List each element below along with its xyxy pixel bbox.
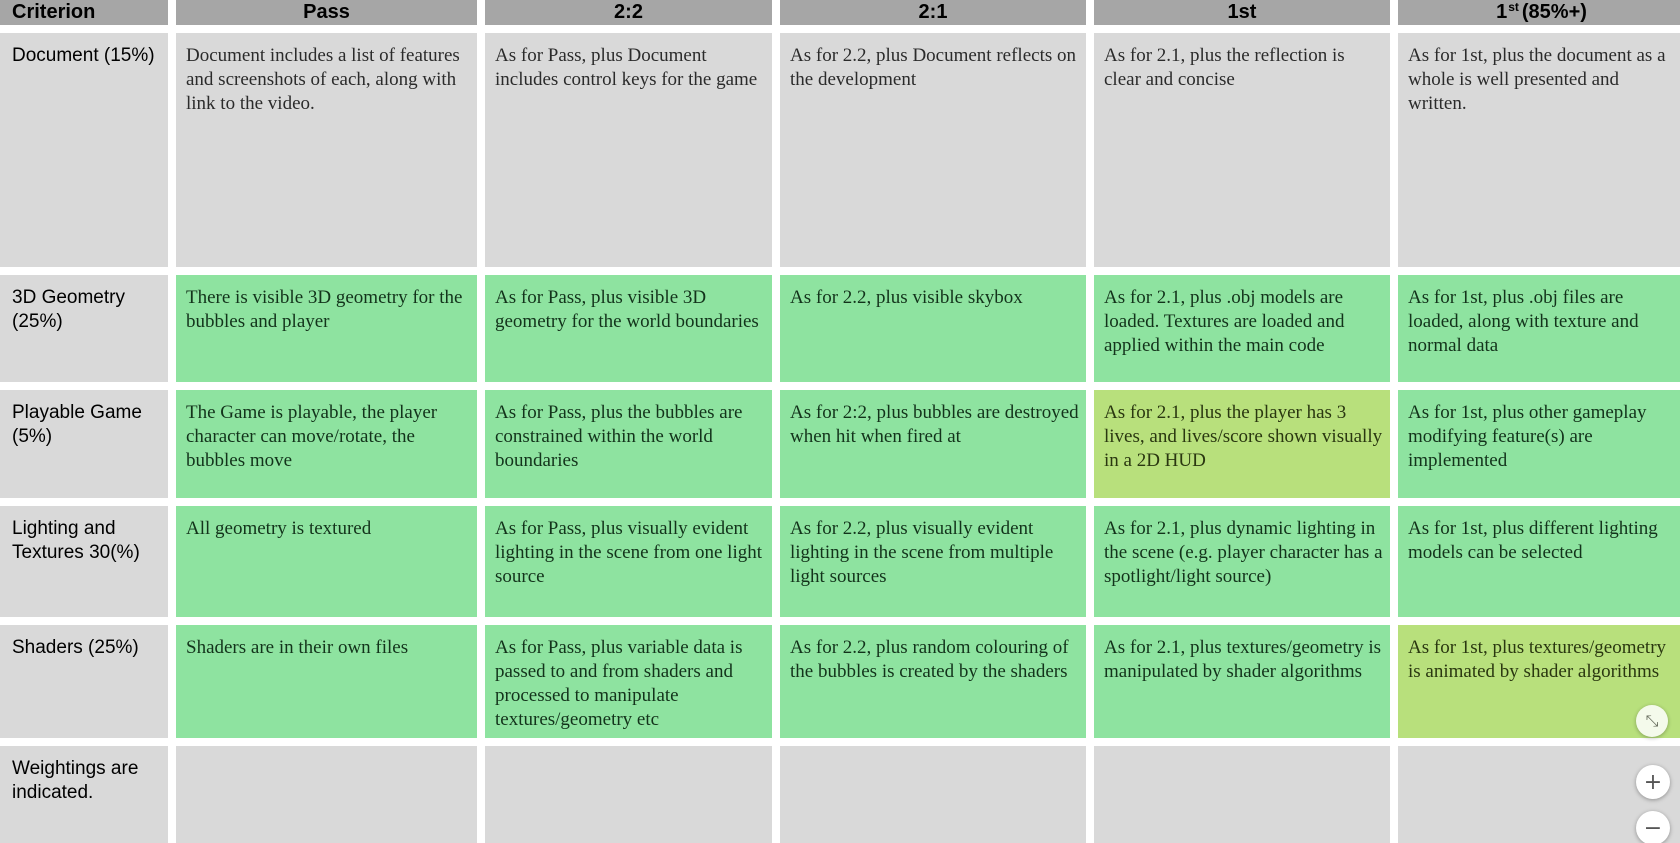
cell-shaders-pass: Shaders are in their own files [176,625,477,738]
cell-lighting-2-2: As for Pass, plus visually evident light… [485,506,772,617]
header-2-2: 2:2 [485,0,772,25]
cell-document-1st: As for 2.1, plus the reflection is clear… [1094,33,1390,267]
header-1st: 1st [1094,0,1390,25]
marking-rubric-page: Criterion Pass 2:2 2:1 1st 1st (85%+) Doc… [0,0,1680,843]
row-label-playable-game: Playable Game (5%) [0,390,168,498]
cell-playable-game-2-1: As for 2:2, plus bubbles are destroyed w… [780,390,1086,498]
zoom-in-icon: + [1643,769,1663,795]
row-label-document: Document (15%) [0,33,168,267]
cell-lighting-2-1: As for 2.2, plus visually evident lighti… [780,506,1086,617]
cell-weightings-pass [176,746,477,843]
cell-3d-geometry-pass: There is visible 3D geometry for the bub… [176,275,477,382]
zoom-in-button[interactable]: + [1636,765,1670,799]
header-criterion: Criterion [0,0,168,25]
header-1st-85-rest: (85%+) [1521,1,1587,23]
cell-weightings-2-2 [485,746,772,843]
cell-lighting-1st: As for 2.1, plus dynamic lighting in the… [1094,506,1390,617]
header-1st-85-base: 1 [1496,1,1508,23]
header-1st-85-sup: st [1508,0,1519,14]
rubric-table: Criterion Pass 2:2 2:1 1st 1st (85%+) Doc… [0,0,1680,843]
zoom-out-button[interactable]: − [1636,811,1670,843]
fit-to-screen-icon: ⤡ [1645,711,1659,730]
cell-document-2-2: As for Pass, plus Document includes cont… [485,33,772,267]
cell-lighting-pass: All geometry is textured [176,506,477,617]
cell-3d-geometry-1st: As for 2.1, plus .obj models are loaded.… [1094,275,1390,382]
cell-3d-geometry-2-2: As for Pass, plus visible 3D geometry fo… [485,275,772,382]
row-label-weightings: Weightings are indicated. [0,746,168,843]
cell-weightings-1st [1094,746,1390,843]
cell-playable-game-1st-85: As for 1st, plus other gameplay modifyin… [1398,390,1680,498]
fit-to-screen-button[interactable]: ⤡ [1636,705,1668,737]
cell-shaders-2-2: As for Pass, plus variable data is passe… [485,625,772,738]
cell-shaders-1st: As for 2.1, plus textures/geometry is ma… [1094,625,1390,738]
cell-lighting-1st-85: As for 1st, plus different lighting mode… [1398,506,1680,617]
header-2-1: 2:1 [780,0,1086,25]
cell-document-pass: Document includes a list of features and… [176,33,477,267]
cell-weightings-2-1 [780,746,1086,843]
cell-3d-geometry-2-1: As for 2.2, plus visible skybox [780,275,1086,382]
row-label-lighting-textures: Lighting and Textures 30(%) [0,506,168,617]
cell-document-2-1: As for 2.2, plus Document reflects on th… [780,33,1086,267]
row-label-shaders: Shaders (25%) [0,625,168,738]
header-pass: Pass [176,0,477,25]
header-1st-85-plus: 1st (85%+) [1398,0,1680,25]
cell-3d-geometry-1st-85: As for 1st, plus .obj files are loaded, … [1398,275,1680,382]
zoom-out-icon: − [1643,815,1663,841]
cell-document-1st-85: As for 1st, plus the document as a whole… [1398,33,1680,267]
cell-shaders-2-1: As for 2.2, plus random colouring of the… [780,625,1086,738]
cell-playable-game-1st: As for 2.1, plus the player has 3 lives,… [1094,390,1390,498]
cell-playable-game-pass: The Game is playable, the player charact… [176,390,477,498]
row-label-3d-geometry: 3D Geometry (25%) [0,275,168,382]
cell-playable-game-2-2: As for Pass, plus the bubbles are constr… [485,390,772,498]
